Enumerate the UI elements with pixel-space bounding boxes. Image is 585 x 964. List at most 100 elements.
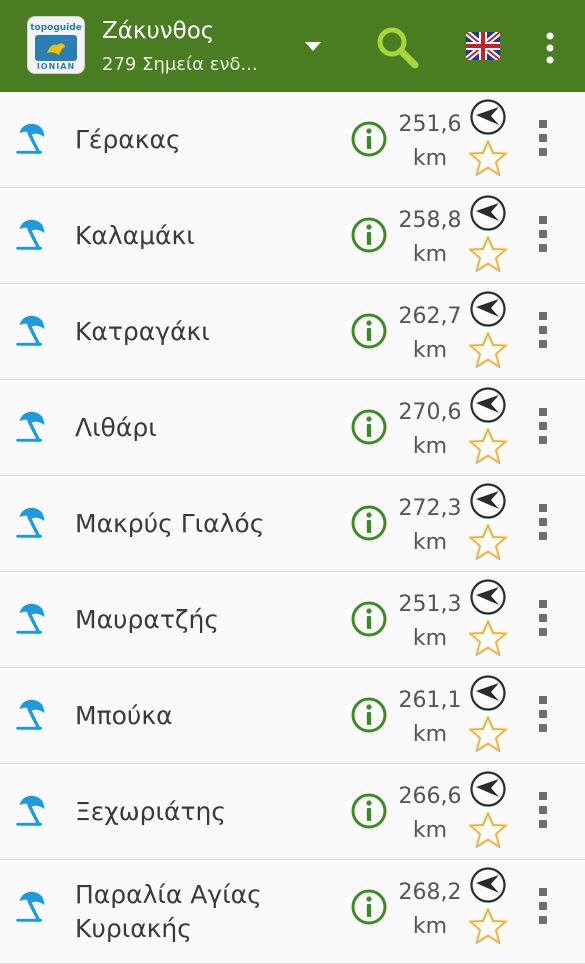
poi-name: Μαυρατζής (75, 604, 220, 634)
info-icon[interactable] (350, 216, 388, 254)
navigation-arrow-icon[interactable] (469, 290, 507, 328)
search-icon[interactable] (374, 24, 420, 70)
navigation-arrow-icon[interactable] (469, 578, 507, 616)
overflow-menu-icon[interactable] (538, 28, 562, 68)
beach-umbrella-icon (16, 315, 45, 346)
distance-unit: km (412, 914, 448, 939)
logo-bottom-text: ΙΟΝΙΑΝ (36, 62, 76, 71)
poi-name: Ξεχωριάτης (75, 796, 227, 826)
info-icon[interactable] (350, 312, 388, 350)
item-menu-icon[interactable] (533, 502, 553, 542)
item-menu-icon[interactable] (533, 790, 553, 830)
poi-name: Γέρακας (75, 124, 181, 154)
list-item[interactable]: Μακρύς Γιαλός 272,3 km (0, 476, 585, 572)
distance-value: 270,6 (398, 400, 462, 425)
distance-label: 266,6 km (392, 780, 468, 848)
app-bar: topoguide ΙΟΝΙΑΝ Ζάκυνθος 279 Σημεία ενδ… (0, 0, 585, 92)
distance-value: 251,3 (398, 592, 462, 617)
navigation-arrow-icon[interactable] (469, 770, 507, 808)
favorite-star-icon[interactable] (468, 330, 508, 370)
app-logo[interactable]: topoguide ΙΟΝΙΑΝ (27, 16, 85, 74)
info-icon[interactable] (350, 504, 388, 542)
info-icon[interactable] (350, 408, 388, 446)
poi-name: Μπούκα (75, 700, 173, 730)
dropdown-arrow-icon[interactable] (301, 36, 325, 56)
list-item[interactable]: Κατραγάκι 262,7 km (0, 284, 585, 380)
uk-flag-icon[interactable] (466, 32, 500, 60)
navigation-arrow-icon[interactable] (469, 866, 507, 904)
favorite-star-icon[interactable] (468, 810, 508, 850)
distance-label: 251,3 km (392, 588, 468, 656)
poi-name: Καλαμάκι (75, 220, 195, 250)
beach-umbrella-icon (16, 795, 45, 826)
list-item[interactable]: Ξεχωριάτης 266,6 km (0, 764, 585, 860)
distance-unit: km (412, 146, 448, 171)
favorite-star-icon[interactable] (468, 138, 508, 178)
distance-unit: km (412, 818, 448, 843)
poi-name: Μακρύς Γιαλός (75, 508, 265, 538)
favorite-star-icon[interactable] (468, 618, 508, 658)
distance-label: 261,1 km (392, 684, 468, 752)
item-menu-icon[interactable] (533, 310, 553, 350)
item-menu-icon[interactable] (533, 598, 553, 638)
beach-umbrella-icon (16, 219, 45, 250)
list-item[interactable]: Μαυρατζής 251,3 km (0, 572, 585, 668)
distance-value: 258,8 (398, 208, 462, 233)
item-menu-icon[interactable] (533, 118, 553, 158)
info-icon[interactable] (350, 120, 388, 158)
favorite-star-icon[interactable] (468, 906, 508, 946)
page-title[interactable]: Ζάκυνθος (102, 18, 214, 44)
distance-unit: km (412, 722, 448, 747)
distance-value: 272,3 (398, 496, 462, 521)
list-item[interactable]: Παραλία Αγίας Κυριακής 268,2 km (0, 860, 585, 964)
list-item[interactable]: Μπούκα 261,1 km (0, 668, 585, 764)
distance-value: 266,6 (398, 784, 462, 809)
distance-value: 268,2 (398, 880, 462, 905)
distance-label: 270,6 km (392, 396, 468, 464)
distance-label: 268,2 km (392, 876, 468, 944)
navigation-arrow-icon[interactable] (469, 482, 507, 520)
distance-value: 262,7 (398, 304, 462, 329)
distance-unit: km (412, 530, 448, 555)
distance-label: 258,8 km (392, 204, 468, 272)
list-item[interactable]: Λιθάρι 270,6 km (0, 380, 585, 476)
beach-umbrella-icon (16, 123, 45, 154)
navigation-arrow-icon[interactable] (469, 386, 507, 424)
beach-umbrella-icon (16, 699, 45, 730)
beach-umbrella-icon (16, 603, 45, 634)
list-item[interactable]: Γέρακας 251,6 km (0, 92, 585, 188)
favorite-star-icon[interactable] (468, 522, 508, 562)
distance-label: 272,3 km (392, 492, 468, 560)
distance-unit: km (412, 626, 448, 651)
item-menu-icon[interactable] (533, 214, 553, 254)
list-item[interactable]: Καλαμάκι 258,8 km (0, 188, 585, 284)
info-icon[interactable] (350, 888, 388, 926)
poi-name: Λιθάρι (75, 412, 157, 442)
favorite-star-icon[interactable] (468, 714, 508, 754)
item-menu-icon[interactable] (533, 694, 553, 734)
distance-label: 251,6 km (392, 108, 468, 176)
navigation-arrow-icon[interactable] (469, 98, 507, 136)
logo-top-text: topoguide (30, 23, 82, 33)
info-icon[interactable] (350, 696, 388, 734)
item-menu-icon[interactable] (533, 886, 553, 926)
poi-name: Παραλία Αγίας Κυριακής (75, 879, 262, 943)
info-icon[interactable] (350, 792, 388, 830)
info-icon[interactable] (350, 600, 388, 638)
poi-name: Κατραγάκι (75, 316, 210, 346)
distance-unit: km (412, 242, 448, 267)
beach-umbrella-icon (16, 507, 45, 538)
distance-value: 261,1 (398, 688, 462, 713)
navigation-arrow-icon[interactable] (469, 674, 507, 712)
navigation-arrow-icon[interactable] (469, 194, 507, 232)
poi-list[interactable]: Γέρακας 251,6 km Καλαμάκι 258,8 km Κατρα… (0, 92, 585, 964)
distance-label: 262,7 km (392, 300, 468, 368)
beach-umbrella-icon (16, 411, 45, 442)
logo-map-icon (35, 35, 77, 61)
favorite-star-icon[interactable] (468, 426, 508, 466)
favorite-star-icon[interactable] (468, 234, 508, 274)
beach-umbrella-icon (16, 891, 45, 922)
item-menu-icon[interactable] (533, 406, 553, 446)
page-subtitle[interactable]: 279 Σημεία ενδ... (102, 54, 258, 75)
distance-value: 251,6 (398, 112, 462, 137)
